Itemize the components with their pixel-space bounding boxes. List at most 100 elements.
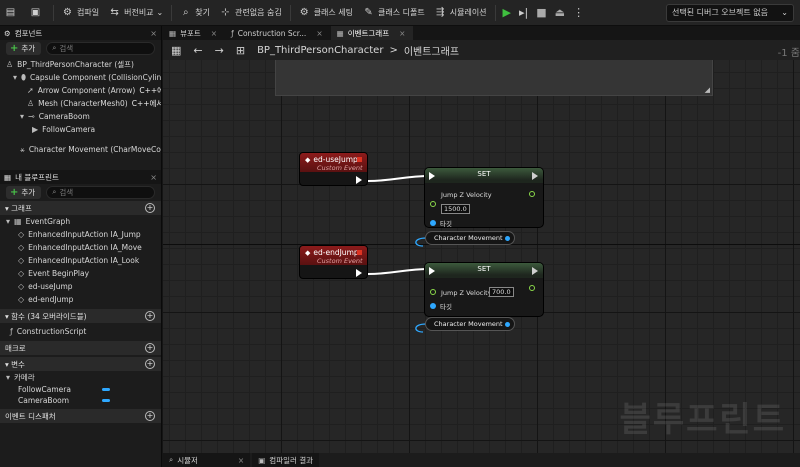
variables-section[interactable]: ▾ 변수 +	[0, 357, 161, 371]
close-icon[interactable]: ×	[238, 456, 244, 465]
close-icon[interactable]: ×	[399, 29, 405, 38]
graph-item[interactable]: ◇ EnhancedInputAction IA_Move	[0, 241, 161, 254]
tab-label: 이벤트그래프	[347, 28, 390, 38]
tree-item-root[interactable]: ♙ BP_ThirdPersonCharacter (셀프)	[0, 58, 161, 71]
graph-item[interactable]: ◇ ed-endJump	[0, 293, 161, 306]
close-icon[interactable]: ×	[316, 29, 322, 38]
exec-input-pin[interactable]	[429, 172, 435, 180]
event-dispatchers-section[interactable]: 이벤트 디스패처 +	[0, 409, 161, 423]
tree-item-character-movement[interactable]: ⚹Character Movement (CharMoveComp)	[0, 143, 161, 156]
tab-event-graph[interactable]: ▦ 이벤트그래프 ×	[330, 26, 414, 40]
capsule-icon: ⬮	[21, 72, 27, 82]
graphs-section[interactable]: ▾ 그래프 +	[0, 201, 161, 215]
graph-canvas[interactable]: ◢ ◆ ed-useJump Custom Event SET Jump Z V…	[163, 60, 800, 453]
event-node-header: ◆ ed-useJump Custom Event	[300, 153, 367, 172]
add-variable-icon[interactable]: +	[145, 359, 155, 369]
back-arrow-icon[interactable]: ←	[193, 44, 202, 57]
diff-button[interactable]: ⇆ 버전비교 ⌄	[104, 3, 168, 23]
functions-section[interactable]: ▾ 함수 (34 오버라이드블) +	[0, 309, 161, 323]
play-icon[interactable]: ▶	[503, 6, 511, 19]
add-component-button[interactable]: + 추가	[6, 41, 42, 55]
graph-item[interactable]: ◇ Event BeginPlay	[0, 267, 161, 280]
compile-label: 컴파일	[77, 8, 100, 17]
variable-item[interactable]: FollowCamera	[0, 384, 161, 395]
tree-item-label: CameraBoom	[38, 112, 90, 121]
target-pin[interactable]	[430, 220, 436, 226]
add-member-button[interactable]: + 추가	[6, 185, 42, 199]
float-output-pin[interactable]	[529, 191, 535, 197]
variable-category[interactable]: ▾ 카메라	[0, 371, 161, 384]
menu-icon[interactable]: ▤	[0, 3, 25, 23]
class-defaults-button[interactable]: ✎ 클래스 디폴트	[358, 3, 430, 23]
variable-type-pill	[102, 399, 110, 402]
eject-icon[interactable]: ⏏	[555, 6, 565, 19]
graph-item[interactable]: ◇ EnhancedInputAction IA_Look	[0, 254, 161, 267]
set-node-title: SET	[425, 263, 543, 278]
delegate-pin-icon[interactable]	[357, 157, 362, 162]
breadcrumb-leaf[interactable]: 이벤트그래프	[404, 43, 459, 58]
object-output-pin[interactable]	[505, 236, 510, 241]
graph-item-eventgraph[interactable]: ▾ ▦ EventGraph	[0, 215, 161, 228]
add-dispatcher-icon[interactable]: +	[145, 411, 155, 421]
exec-output-pin[interactable]	[532, 267, 538, 275]
add-macro-icon[interactable]: +	[145, 343, 155, 353]
variable-item[interactable]: CameraBoom	[0, 395, 161, 406]
tree-item-camera-boom[interactable]: ▾ ⊸ CameraBoom	[0, 110, 161, 123]
value-input[interactable]: 1500.0	[441, 204, 470, 214]
graph-item[interactable]: ◇ ed-useJump	[0, 280, 161, 293]
add-graph-icon[interactable]: +	[145, 203, 155, 213]
function-item[interactable]: ƒ ConstructionScript	[0, 325, 161, 338]
exec-input-pin[interactable]	[429, 267, 435, 275]
skip-icon[interactable]: ▸|	[519, 6, 528, 19]
tree-item-follow-camera[interactable]: ▶ FollowCamera	[0, 123, 161, 136]
close-icon[interactable]: ×	[150, 29, 157, 38]
close-icon[interactable]: ×	[150, 173, 157, 182]
compile-button[interactable]: ⚙ 컴파일	[57, 3, 104, 23]
float-input-pin[interactable]	[430, 289, 436, 295]
components-tab-label: 컴포넌트	[14, 28, 43, 38]
target-pin[interactable]	[430, 303, 436, 309]
set-node[interactable]: SET Jump Z Velocity 700.0 타깃	[424, 262, 544, 317]
tab-viewport[interactable]: ▦ 뷰포트 ×	[163, 26, 225, 40]
float-output-pin[interactable]	[529, 285, 535, 291]
components-tab[interactable]: ⚙ 컴포넌트 ×	[0, 26, 161, 40]
forward-arrow-icon[interactable]: →	[215, 44, 224, 57]
character-movement-node[interactable]: Character Movement	[425, 317, 515, 331]
exec-output-pin[interactable]	[532, 172, 538, 180]
stop-icon[interactable]: ■	[536, 6, 546, 19]
tree-item-mesh[interactable]: ♙Mesh (CharacterMesh0)C++에서 편집	[0, 97, 161, 110]
character-movement-node[interactable]: Character Movement	[425, 231, 515, 245]
custom-event-node[interactable]: ◆ ed-endJump Custom Event	[299, 245, 368, 279]
more-icon[interactable]: ⋮	[573, 6, 584, 19]
simulation-button[interactable]: ⇶ 시뮬레이션	[430, 3, 492, 23]
add-function-icon[interactable]: +	[145, 311, 155, 321]
graph-item[interactable]: ◇ EnhancedInputAction IA_Jump	[0, 228, 161, 241]
object-output-pin[interactable]	[505, 322, 510, 327]
graph-icon: ▦	[171, 43, 182, 57]
value-input[interactable]: 700.0	[489, 287, 514, 297]
hide-unrelated-button[interactable]: ⊹ 관련없음 숨김	[215, 3, 287, 23]
my-blueprint-search-input[interactable]: ⌕ 검색	[46, 185, 155, 199]
breadcrumb-root[interactable]: BP_ThirdPersonCharacter	[257, 45, 383, 56]
exec-output-pin[interactable]	[356, 269, 362, 277]
tree-item-capsule[interactable]: ▾⬮Capsule Component (CollisionCylinder)	[0, 71, 161, 84]
custom-event-node[interactable]: ◆ ed-useJump Custom Event	[299, 152, 368, 186]
exec-output-pin[interactable]	[356, 176, 362, 184]
my-blueprint-tab[interactable]: ▦ 내 블루프린트 ×	[0, 170, 161, 184]
tab-compiler-results[interactable]: ▣ 컴파일러 결과	[252, 453, 320, 467]
tab-simulator[interactable]: ⌕ 시뮬저 ×	[163, 453, 251, 467]
components-search-input[interactable]: ⌕ 검색	[46, 41, 155, 55]
function-item-label: ConstructionScript	[16, 327, 87, 336]
graph-item-label: ed-endJump	[28, 295, 74, 304]
macros-section[interactable]: 매크로 +	[0, 341, 161, 355]
debug-object-select[interactable]: 선택된 디버그 오브젝트 없음 ⌄	[666, 4, 794, 22]
class-settings-button[interactable]: ⚙ 클래스 세팅	[294, 3, 358, 23]
set-node[interactable]: SET Jump Z Velocity 1500.0 타깃	[424, 167, 544, 228]
tab-construction-script[interactable]: ƒ Construction Scr... ×	[225, 26, 331, 40]
toolbar-divider	[171, 4, 173, 21]
find-button[interactable]: ⌕ 찾기	[175, 3, 215, 23]
save-icon[interactable]: ▣	[25, 3, 50, 23]
delegate-pin-icon[interactable]	[357, 250, 362, 255]
close-icon[interactable]: ×	[211, 29, 217, 38]
tree-item-arrow[interactable]: ➚Arrow Component (Arrow)C++에서 편	[0, 84, 161, 97]
